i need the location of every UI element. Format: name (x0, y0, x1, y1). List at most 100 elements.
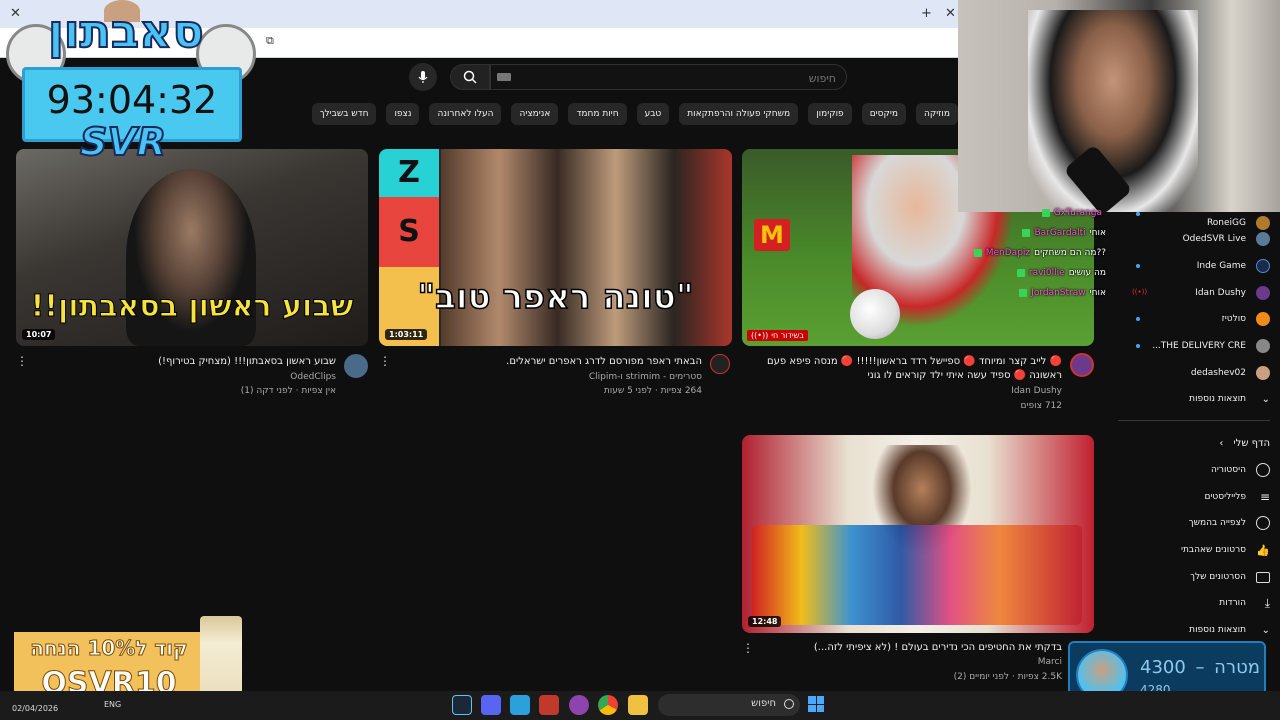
live-dot (1136, 344, 1140, 348)
video-thumbnail[interactable]: 12:48 (742, 435, 1094, 633)
clock-icon (1256, 516, 1270, 530)
search-box[interactable] (490, 64, 847, 90)
taskbar-date: 02/04/2026 (12, 704, 59, 713)
chat-username: BarGardalti (1034, 228, 1086, 238)
channel-avatar[interactable] (344, 354, 368, 378)
video-title[interactable]: 🔴 לייב קצר ומיוחד 🔴 ספיישל רדד בראשון!!!… (746, 355, 1062, 369)
sidebar-sub-item[interactable]: THE DELIVERY CRE... (1152, 337, 1270, 355)
chip[interactable]: טבע (636, 103, 670, 125)
sidebar-divider (1118, 420, 1270, 421)
file-explorer-icon[interactable] (628, 695, 648, 715)
steam-icon[interactable] (452, 695, 472, 715)
close-tab-icon[interactable]: ✕ (10, 6, 21, 21)
sidebar-item-label: הדף שלי (1233, 437, 1270, 449)
chip[interactable]: העלו לאחרונה (429, 103, 502, 125)
sidebar-sub-item[interactable]: dedashev02 (1191, 364, 1270, 382)
channel-avatar-icon (1256, 216, 1270, 230)
new-tab-icon[interactable]: + (921, 6, 932, 21)
more-options-icon[interactable]: ⋮ (742, 641, 754, 655)
chat-username: JordanStraw (1031, 288, 1086, 298)
channel-avatar[interactable] (710, 354, 730, 374)
sidebar-item-label: סולטיז (1221, 314, 1246, 324)
windows-pane (808, 704, 816, 712)
sidebar-sub-item[interactable]: Idan Dushy (1195, 284, 1270, 302)
channel-avatar[interactable] (1070, 353, 1094, 377)
video-thumbnail[interactable]: Z S "טונה ראפר טוב" 1:03:11 (379, 149, 732, 346)
obs-icon[interactable] (569, 695, 589, 715)
live-dot (1136, 264, 1140, 268)
chip[interactable]: חדש בשבילך (311, 103, 377, 125)
video-meta: 2.5K צפיות · לפני יומיים (2) (953, 672, 1062, 682)
chrome-icon[interactable] (598, 695, 618, 715)
taskbar-lang[interactable]: ENG (104, 700, 121, 709)
chevron-right-icon: › (1219, 437, 1224, 449)
chip[interactable]: אנימציה (511, 103, 559, 125)
live-icon: ((•)) (1132, 288, 1148, 296)
goal-label: מטרה (1214, 657, 1260, 678)
goal-row: 4300 – מטרה (1140, 657, 1260, 678)
sidebar-item-label: היסטוריה (1211, 465, 1246, 475)
windows-pane (808, 696, 816, 704)
video-title[interactable]: שבוע ראשון בסאבתון!!! (מצחיק בטירוף!) (30, 355, 336, 369)
sidebar-item-label: Inde Game (1196, 261, 1246, 271)
chat-text: אוחי (1089, 288, 1106, 298)
chip[interactable]: מיקסים (861, 103, 907, 125)
more-options-icon[interactable]: ⋮ (16, 354, 28, 368)
video-duration: 1:03:11 (385, 329, 428, 340)
channel-name[interactable]: Idan Dushy (746, 386, 1062, 396)
video-title[interactable]: הבאתי ראפר מפורסם לדרג ראפרים ישראלים. (392, 355, 702, 369)
video-title-line2[interactable]: ראשונה 🔴 ספיד עשה איתי ילד קוראים לו גונ… (746, 369, 1063, 383)
sidebar-item-history[interactable]: היסטוריה (1211, 461, 1270, 479)
video-thumbnail[interactable]: שבוע ראשון בסאבתון!! 10:07 (16, 149, 368, 346)
sidebar-item-label: תוצאות נוספות (1189, 394, 1246, 404)
taskbar-search[interactable]: חיפוש (658, 694, 800, 716)
channel-name[interactable]: OdedClips (30, 372, 336, 382)
sidebar-item-label: פלייליסטים (1204, 492, 1246, 502)
channel-name[interactable]: Marci (760, 657, 1062, 667)
chip[interactable]: משחקי פעולה והרפתקאות (679, 103, 799, 125)
windows-pane (816, 704, 824, 712)
sidebar-item-your-videos[interactable]: הסרטונים שלך (1190, 568, 1270, 586)
video-duration: 10:07 (22, 329, 56, 340)
sidebar-item-playlists[interactable]: ≡ פלייליסטים (1204, 488, 1270, 506)
voice-search-button[interactable] (409, 63, 437, 91)
chat-badge-icon (1022, 229, 1031, 237)
sidebar-sub-item[interactable]: סולטיז (1222, 310, 1270, 328)
video-meta: 264 צפיות · לפני 5 שעות (603, 386, 702, 396)
sidebar-sub-item[interactable]: Inde Game (1197, 257, 1270, 275)
tier-s: S (379, 197, 439, 267)
sidebar-show-more[interactable]: ⌄ תוצאות נוספות (1189, 390, 1270, 408)
search-input[interactable] (536, 68, 836, 88)
sidebar-item-watch-later[interactable]: לצפייה בהמשך (1189, 514, 1270, 532)
windows-start-icon[interactable] (808, 696, 824, 712)
search-icon (784, 699, 794, 709)
discord-icon[interactable] (481, 695, 501, 715)
history-icon (1256, 463, 1270, 477)
sidebar-item-label: הורדות (1219, 598, 1246, 608)
chip[interactable]: נצפו (386, 103, 420, 125)
more-options-icon[interactable]: ⋮ (379, 354, 391, 368)
sidebar-you-header[interactable]: הדף שלי › (1219, 434, 1270, 452)
sidebar-item-label: Idan Dushy (1195, 288, 1246, 298)
window-close-icon[interactable]: ✕ (945, 6, 956, 21)
search-button[interactable] (450, 64, 490, 90)
app-icon[interactable] (539, 695, 559, 715)
video-title[interactable]: בדקתי את החטיפים הכי נדירים בעולם ! (לא … (760, 641, 1062, 655)
telegram-icon[interactable] (510, 695, 530, 715)
sidebar-show-more[interactable]: ⌄ תוצאות נוספות (1189, 621, 1270, 639)
channel-avatar-icon (1256, 339, 1270, 353)
sidebar-sub-item[interactable]: OdedSVR Live (1183, 230, 1270, 248)
keyboard-icon[interactable] (497, 73, 511, 81)
sidebar-item-liked[interactable]: 👍 סרטונים שאהבתי (1181, 541, 1270, 559)
sidebar-item-downloads[interactable]: ⤓ הורדות (1219, 594, 1270, 612)
channel-name[interactable]: סטרימים - strimim ו-Clipim (392, 372, 702, 382)
chip[interactable]: פוקימון (808, 103, 852, 125)
channel-avatar-icon (1256, 366, 1270, 380)
chip[interactable]: מוזיקה (916, 103, 958, 125)
screenshot-icon[interactable]: ⧉ (266, 34, 274, 48)
chip[interactable]: חיות מחמד (568, 103, 627, 125)
taskbar-search-label: חיפוש (751, 698, 776, 709)
live-badge: בשידור חי ((•)) (747, 330, 808, 341)
snacks-row (752, 525, 1082, 625)
chat-text: ??מה הם משחקים (1034, 248, 1106, 258)
